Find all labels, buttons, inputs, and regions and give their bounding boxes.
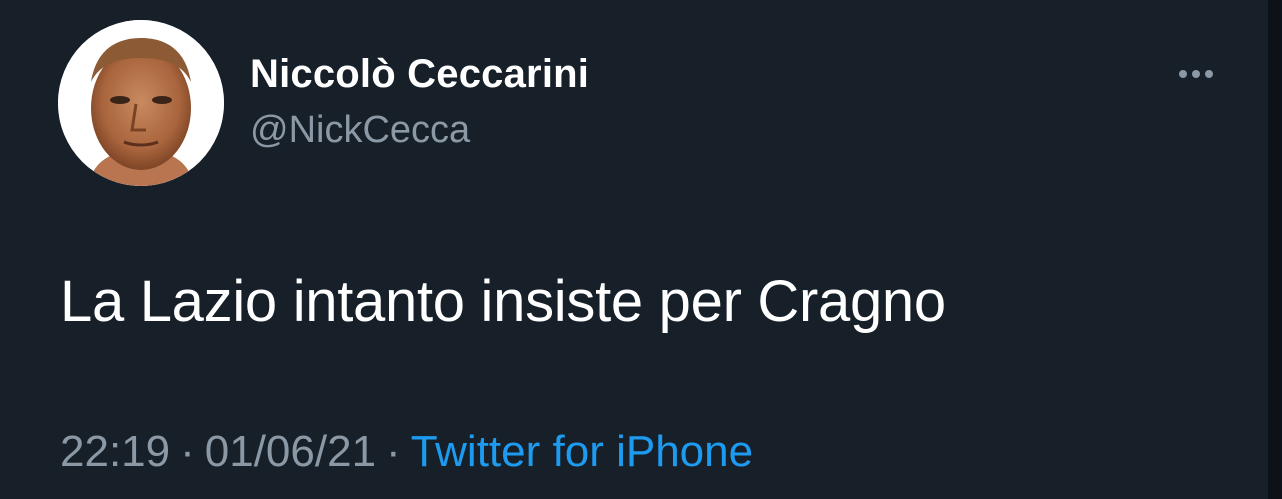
meta-separator: · (180, 427, 195, 476)
more-dot (1179, 70, 1187, 78)
author-display-name[interactable]: Niccolò Ceccarini (250, 48, 589, 100)
more-dot (1205, 70, 1213, 78)
tweet-meta: 22:19 · 01/06/21 · Twitter for iPhone (60, 424, 753, 480)
author-avatar[interactable] (58, 20, 224, 186)
tweet-text: La Lazio intanto insiste per Cragno (60, 269, 946, 334)
tweet-source-link[interactable]: Twitter for iPhone (411, 427, 753, 476)
meta-separator: · (386, 427, 401, 476)
tweet-card: Niccolò Ceccarini @NickCecca La Lazio in… (0, 0, 1282, 499)
screen-edge (1268, 0, 1282, 499)
tweet-date: 01/06/21 (204, 427, 377, 476)
author-info[interactable]: Niccolò Ceccarini @NickCecca (250, 48, 589, 156)
more-options-icon[interactable] (1168, 56, 1224, 92)
tweet-time: 22:19 (60, 427, 171, 476)
avatar-photo (58, 20, 224, 186)
more-dot (1192, 70, 1200, 78)
author-handle[interactable]: @NickCecca (250, 104, 589, 156)
